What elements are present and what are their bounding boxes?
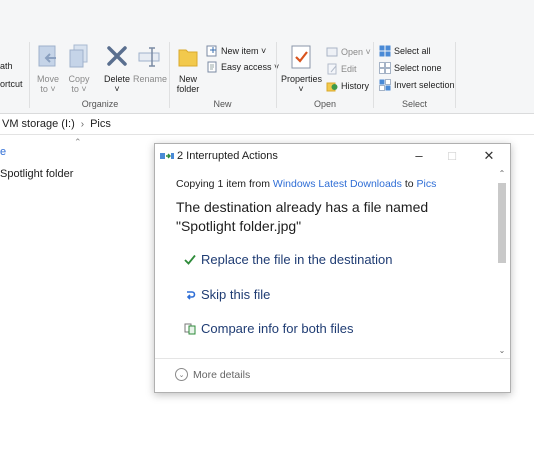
scroll-thumb[interactable] xyxy=(498,183,506,263)
conflict-message: The destination already has a file named… xyxy=(176,199,429,234)
scroll-up-icon[interactable]: ⌃ xyxy=(496,169,508,178)
rename-icon xyxy=(138,47,160,67)
move-to-button[interactable]: Move to ˅ xyxy=(34,44,62,94)
delete-icon xyxy=(107,46,127,66)
dialog-titlebar[interactable]: 2 Interrupted Actions – □ ✕ xyxy=(155,144,510,168)
rename-button[interactable]: Rename xyxy=(133,44,167,84)
edit-button[interactable]: Edit xyxy=(326,62,357,76)
ribbon-separator xyxy=(276,42,277,108)
skip-option[interactable]: Skip this file xyxy=(184,287,270,302)
copy-to-icon xyxy=(69,44,88,68)
dialog-title: 2 Interrupted Actions xyxy=(177,150,278,162)
breadcrumb-folder[interactable]: Pics xyxy=(90,118,111,130)
copy-to-button[interactable]: Copy to ˅ xyxy=(65,44,93,94)
sort-caret-icon: ⌃ xyxy=(74,137,82,147)
select-all-button[interactable]: Select all xyxy=(379,44,431,58)
replace-option[interactable]: Replace the file in the destination xyxy=(184,252,393,267)
select-none-button[interactable]: Select none xyxy=(379,61,442,75)
address-bar[interactable]: VM storage (I:) › Pics xyxy=(0,114,534,135)
easy-access-icon xyxy=(207,61,217,73)
maximize-button[interactable]: □ xyxy=(440,147,464,165)
new-folder-button[interactable]: New folder xyxy=(174,44,202,94)
easy-access-button[interactable]: Easy access ˅ xyxy=(206,60,279,74)
ribbon-separator xyxy=(373,42,374,108)
select-all-icon xyxy=(379,45,391,57)
close-button[interactable]: ✕ xyxy=(477,147,501,165)
open-icon xyxy=(326,47,338,57)
more-details-button[interactable]: ⌄ More details xyxy=(175,368,250,381)
breadcrumb-drive[interactable]: VM storage (I:) xyxy=(2,118,75,130)
open-button[interactable]: Open ˅ xyxy=(326,45,371,59)
dialog-scrollbar[interactable]: ⌃ ⌄ xyxy=(496,169,508,357)
invert-selection-button[interactable]: Invert selection xyxy=(379,78,455,92)
column-header[interactable]: e xyxy=(0,146,6,158)
delete-button[interactable]: Delete ˅ xyxy=(102,44,132,94)
item-count: 1 xyxy=(217,178,224,190)
source-link[interactable]: Windows Latest Downloads xyxy=(273,178,402,190)
properties-icon xyxy=(291,45,311,69)
new-item-icon xyxy=(206,45,217,57)
list-item[interactable]: Spotlight folder xyxy=(0,168,73,180)
move-to-icon xyxy=(38,45,56,67)
invert-selection-icon xyxy=(379,79,391,91)
ribbon-partial-label-2[interactable]: ortcut xyxy=(0,79,23,89)
folder-icon xyxy=(178,49,198,67)
skip-arrow-icon xyxy=(186,290,196,300)
ribbon: ath ortcut Move to ˅ Copy to ˅ Delete ˅ Ren… xyxy=(0,0,534,114)
breadcrumb-chevron-icon: › xyxy=(80,118,85,130)
file-operation-icon xyxy=(160,153,174,159)
interrupted-actions-dialog: 2 Interrupted Actions – □ ✕ Copying 1 it… xyxy=(154,143,511,393)
copy-status: Copying 1 item from Windows Latest Downl… xyxy=(176,178,437,190)
history-icon xyxy=(326,82,338,92)
edit-icon xyxy=(327,63,337,75)
organize-group-label: Organize xyxy=(81,99,119,109)
properties-button[interactable]: Properties ˅ xyxy=(281,44,322,94)
ribbon-separator xyxy=(29,42,30,108)
ribbon-partial-label-1[interactable]: ath xyxy=(0,61,13,71)
minimize-button[interactable]: – xyxy=(407,147,431,165)
scroll-down-icon[interactable]: ⌄ xyxy=(496,346,508,355)
ribbon-separator xyxy=(169,42,170,108)
select-none-icon xyxy=(379,62,391,74)
checkmark-icon xyxy=(184,254,196,265)
new-item-button[interactable]: New item ˅ xyxy=(206,44,266,58)
compare-option[interactable]: Compare info for both files xyxy=(184,321,353,336)
select-group-label: Select xyxy=(401,99,427,109)
history-button[interactable]: History xyxy=(326,79,369,93)
compare-files-icon xyxy=(184,323,196,334)
chevron-down-icon: ⌄ xyxy=(175,368,188,381)
open-group-label: Open xyxy=(313,99,337,109)
ribbon-separator xyxy=(455,42,456,108)
destination-link[interactable]: Pics xyxy=(417,178,437,190)
new-group-label: New xyxy=(213,99,232,109)
dialog-divider xyxy=(155,358,510,359)
